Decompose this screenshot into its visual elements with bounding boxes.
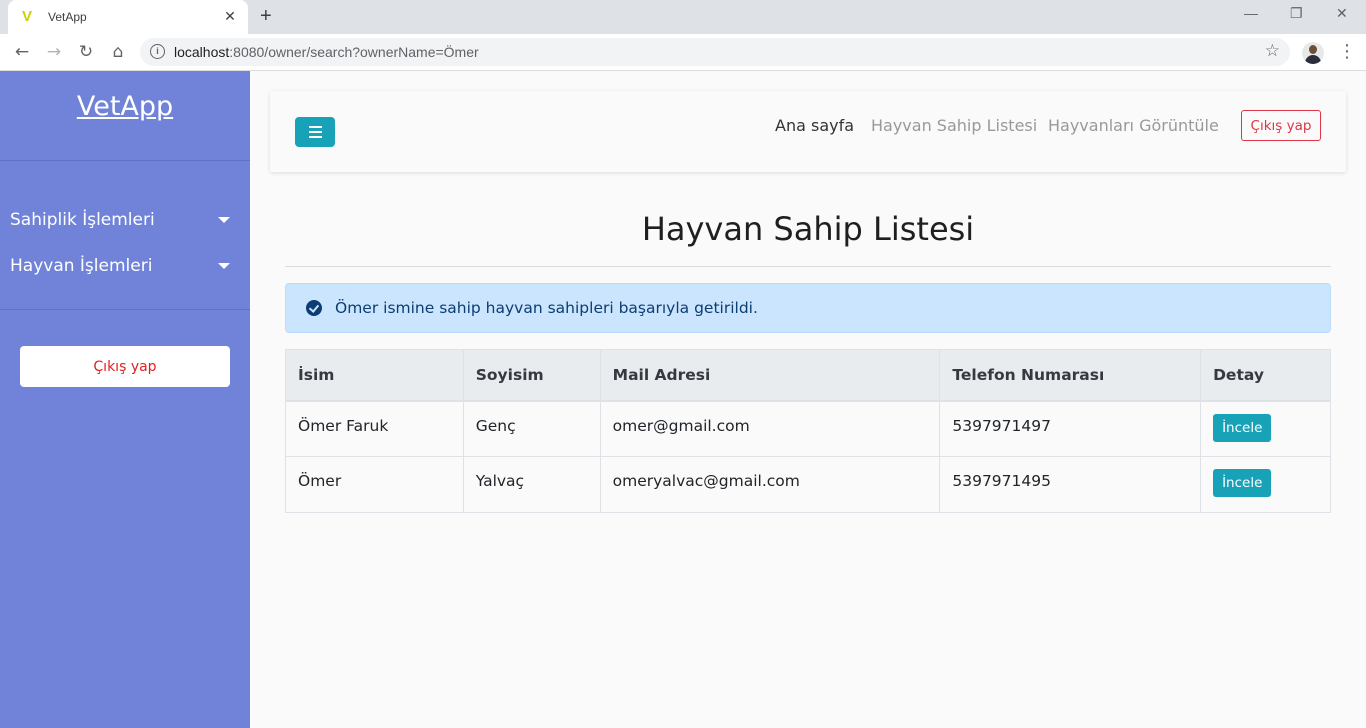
cell-email: omer@gmail.com: [599, 400, 941, 457]
column-header-surname: Soyisim: [462, 349, 601, 402]
avatar-body: [1305, 55, 1321, 64]
address-bar[interactable]: i localhost:8080/owner/search?ownerName=…: [140, 38, 1290, 66]
sidebar-item-ownership[interactable]: Sahiplik İşlemleri: [10, 208, 240, 232]
hamburger-line: [308, 136, 322, 138]
sidebar-divider: [0, 160, 250, 161]
close-tab-icon[interactable]: ✕: [222, 9, 238, 25]
check-circle-icon: [306, 300, 322, 316]
browser-tab[interactable]: V VetApp ✕: [8, 0, 248, 34]
browser-toolbar: ← → ↻ ⌂ i localhost:8080/owner/search?ow…: [0, 34, 1366, 71]
forward-icon[interactable]: →: [44, 42, 64, 62]
caret-down-icon: [218, 263, 230, 269]
window-close-icon[interactable]: ✕: [1336, 5, 1348, 22]
tab-title: VetApp: [48, 10, 87, 24]
column-header-name: İsim: [285, 349, 464, 402]
column-header-detail: Detay: [1200, 349, 1331, 402]
column-header-phone: Telefon Numarası: [939, 349, 1202, 402]
cell-name: Ömer: [285, 456, 464, 513]
nav-link-view-animals[interactable]: Hayvanları Görüntüle: [1048, 116, 1219, 135]
title-divider: [285, 266, 1331, 267]
inspect-button[interactable]: İncele: [1213, 469, 1272, 497]
back-icon[interactable]: ←: [12, 42, 32, 62]
cell-detail: İncele: [1200, 400, 1331, 457]
nav-link-owner-list[interactable]: Hayvan Sahip Listesi: [871, 116, 1037, 135]
reload-icon[interactable]: ↻: [76, 42, 96, 62]
info-icon[interactable]: i: [150, 44, 165, 59]
browser-tab-bar: V VetApp ✕ + — ❐ ✕: [0, 0, 1366, 34]
cell-email: omeryalvac@gmail.com: [599, 456, 941, 513]
sidebar-toggle-button[interactable]: [295, 117, 335, 147]
url-host: localhost: [174, 44, 230, 60]
navbar-logout-button[interactable]: Çıkış yap: [1241, 110, 1321, 141]
sidebar: VetApp Sahiplik İşlemleri Hayvan İşlemle…: [0, 71, 250, 728]
restore-icon[interactable]: ❐: [1290, 5, 1303, 22]
cell-detail: İncele: [1200, 456, 1331, 513]
nav-link-home[interactable]: Ana sayfa: [775, 116, 854, 135]
success-alert: Ömer ismine sahip hayvan sahipleri başar…: [285, 283, 1331, 333]
hamburger-line: [308, 131, 322, 133]
table-row: Ömer Yalvaç omeryalvac@gmail.com 5397971…: [285, 456, 1331, 513]
sidebar-item-label: Sahiplik İşlemleri: [10, 210, 155, 230]
cell-phone: 5397971497: [939, 400, 1202, 457]
sidebar-divider: [0, 309, 250, 310]
brand-logo-link[interactable]: VetApp: [0, 91, 250, 122]
page-title: Hayvan Sahip Listesi: [641, 210, 975, 248]
avatar-head: [1309, 45, 1317, 54]
browser-menu-icon[interactable]: ⋮: [1338, 41, 1356, 62]
url-path: :8080/owner/search?ownerName=Ömer: [229, 44, 479, 60]
sidebar-item-animals[interactable]: Hayvan İşlemleri: [10, 254, 240, 278]
alert-message: Ömer ismine sahip hayvan sahipleri başar…: [335, 299, 758, 317]
inspect-button[interactable]: İncele: [1213, 413, 1272, 442]
hamburger-line: [308, 126, 322, 128]
home-icon[interactable]: ⌂: [108, 42, 128, 62]
cell-name: Ömer Faruk: [285, 400, 464, 457]
url-text[interactable]: localhost:8080/owner/search?ownerName=Öm…: [174, 44, 479, 60]
profile-avatar[interactable]: [1302, 42, 1324, 64]
top-navbar: Ana sayfa Hayvan Sahip Listesi Hayvanlar…: [270, 91, 1346, 172]
sidebar-logout-button[interactable]: Çıkış yap: [20, 346, 230, 387]
owners-table: İsim Soyisim Mail Adresi Telefon Numaras…: [285, 349, 1331, 513]
table-header-row: İsim Soyisim Mail Adresi Telefon Numaras…: [285, 349, 1331, 402]
bookmark-star-icon[interactable]: ☆: [1265, 41, 1280, 61]
sidebar-item-label: Hayvan İşlemleri: [10, 256, 153, 276]
cell-phone: 5397971495: [939, 456, 1202, 513]
cell-surname: Yalvaç: [462, 456, 601, 513]
caret-down-icon: [218, 217, 230, 223]
cell-surname: Genç: [462, 400, 601, 457]
minimize-icon[interactable]: —: [1244, 5, 1258, 21]
new-tab-icon[interactable]: +: [260, 5, 272, 28]
table-row: Ömer Faruk Genç omer@gmail.com 539797149…: [285, 400, 1331, 457]
column-header-email: Mail Adresi: [599, 349, 941, 402]
vetapp-favicon-icon: V: [22, 8, 33, 25]
